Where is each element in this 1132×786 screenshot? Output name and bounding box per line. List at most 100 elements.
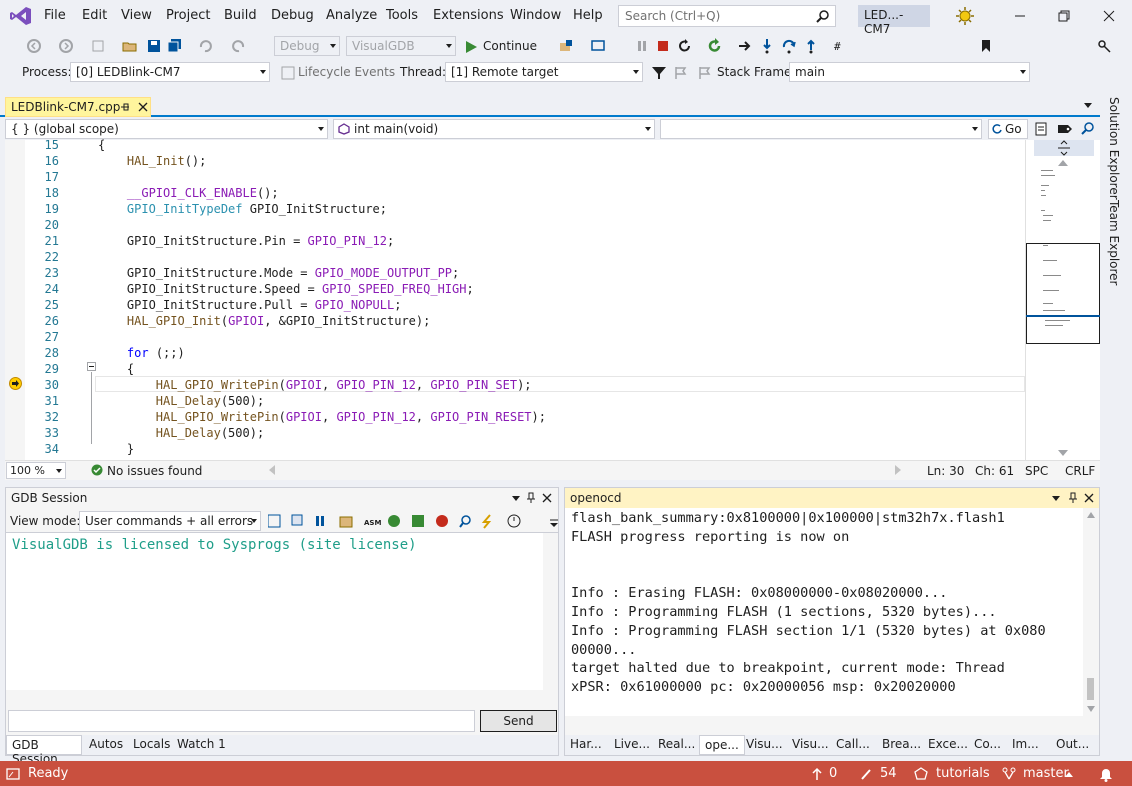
attach-process-icon[interactable] [558,38,574,54]
menu-edit[interactable]: Edit [82,8,107,23]
tab-output-1[interactable]: Live... [609,735,655,755]
tab-autos[interactable]: Autos [84,735,128,755]
menu-view[interactable]: View [121,8,152,23]
tab-output-7[interactable]: Brea... [877,735,926,755]
tab-output-6[interactable]: Call... [831,735,875,755]
pencil-icon[interactable] [860,767,872,781]
repository-name[interactable]: tutorials [936,766,990,781]
minimize-icon[interactable] [1012,8,1028,24]
code-editor[interactable]: 15 {16 HAL_Init(); 17 18 __GPIOI_CLK_ENABLE… [5,138,1100,460]
screen-icon[interactable] [590,38,606,54]
undo-icon[interactable] [197,38,213,54]
process-select[interactable]: [0] LEDBlink-CM7 [70,62,270,82]
side-tab-team-explorer[interactable]: Team Explorer [1107,200,1121,286]
menu-debug[interactable]: Debug [271,8,314,23]
tab-output-11[interactable]: Out... [1051,735,1094,755]
bookmark-icon[interactable] [978,38,994,54]
toolbar-overflow-icon[interactable] [550,518,558,528]
minimap-scroll-down-icon[interactable] [1058,450,1068,456]
menu-extensions[interactable]: Extensions [433,8,504,23]
tab-watch-1[interactable]: Watch 1 [172,735,231,755]
pending-changes-count[interactable]: 54 [880,766,897,781]
menu-analyze[interactable]: Analyze [326,8,377,23]
feedback-icon[interactable] [1096,38,1112,54]
save-icon[interactable] [146,38,162,54]
tab-output-4[interactable]: Visu... [741,735,788,755]
scroll-up-icon[interactable] [1087,512,1095,518]
scroll-down-icon[interactable] [1087,706,1095,712]
tab-output-8[interactable]: Exce... [923,735,973,755]
thread-select[interactable]: [1] Remote target [445,62,643,82]
breakpoint-margin[interactable] [5,140,25,460]
gdb-command-input[interactable] [8,710,475,732]
close-window-icon[interactable] [1101,8,1117,24]
lifecycle-events-label[interactable]: Lifecycle Events [298,65,395,79]
lifecycle-events-icon[interactable] [280,65,296,81]
show-next-statement-icon[interactable] [737,38,753,54]
break-all-icon[interactable] [634,38,650,54]
branch-icon[interactable] [1002,767,1016,781]
hex-display-icon[interactable]: # [833,38,849,54]
column-number[interactable]: Ch: 61 [975,464,1014,478]
tab-locals[interactable]: Locals [128,735,175,755]
tag-icon[interactable] [1057,121,1073,137]
stack-frame-select[interactable]: main [789,62,1030,82]
collapse-block-icon[interactable] [87,362,96,371]
branch-name[interactable]: master [1023,766,1069,781]
menu-tools[interactable]: Tools [386,8,418,23]
issues-status[interactable]: No issues found [107,464,202,478]
configuration-select[interactable]: Debug [274,36,340,56]
line-ending[interactable]: CRLF [1065,464,1095,478]
flag-thread-icon[interactable] [673,65,689,81]
repository-icon[interactable] [914,767,928,781]
go-button[interactable]: Go [988,119,1028,139]
platform-select[interactable]: VisualGDB [346,36,456,56]
gdb-scrollbar[interactable] [543,533,558,691]
step-into-icon[interactable] [759,38,775,54]
scope-select[interactable]: { } (global scope) [5,119,328,139]
side-tab-solution-explorer[interactable]: Solution Explorer [1107,97,1121,200]
save-all-icon[interactable] [167,38,183,54]
third-select[interactable] [660,119,982,139]
pin-icon[interactable] [1068,492,1078,504]
scroll-right-icon[interactable] [895,465,901,475]
view-mode-select[interactable]: User commands + all errors [79,511,261,531]
visual-studio-logo-icon[interactable] [10,6,32,26]
tab-output-9[interactable]: Co... [969,735,1006,755]
search-input[interactable]: Search (Ctrl+Q) [618,5,836,27]
minimap[interactable] [1025,140,1100,460]
map-mode-toggle[interactable] [1034,140,1094,156]
menu-build[interactable]: Build [224,8,257,23]
filter-icon[interactable] [651,65,667,81]
output-window-icon[interactable] [6,767,20,781]
scroll-thumb[interactable] [1087,678,1094,700]
arrow-up-icon[interactable] [812,767,822,781]
pin-icon[interactable] [120,102,130,112]
document-icon[interactable] [1033,121,1049,137]
navigate-back-icon[interactable] [26,38,42,54]
close-panel-icon[interactable] [542,493,552,503]
tab-output-10[interactable]: Im... [1007,735,1044,755]
live-share-icon[interactable] [955,6,975,26]
navigate-forward-icon[interactable] [58,38,74,54]
tab-list-dropdown-icon[interactable] [1082,99,1094,111]
menu-help[interactable]: Help [573,8,603,23]
panel-menu-icon[interactable] [1051,493,1061,503]
flag-all-threads-icon[interactable] [697,65,713,81]
panel-menu-icon[interactable] [511,493,521,503]
menu-file[interactable]: File [44,8,66,23]
tab-output-2[interactable]: Real... [653,735,700,755]
minimap-scroll-up-icon[interactable] [1058,160,1068,166]
tab-gdb-session[interactable]: GDB Session [6,735,82,766]
open-folder-icon[interactable] [122,38,138,54]
whitespace-mode[interactable]: SPC [1025,464,1048,478]
refresh-icon[interactable] [707,38,723,54]
stop-debugging-icon[interactable] [655,38,671,54]
step-out-icon[interactable] [803,38,819,54]
menu-project[interactable]: Project [166,8,210,23]
restore-icon[interactable] [1056,8,1072,24]
tab-output-3[interactable]: ope... [699,735,745,755]
close-panel-icon[interactable] [1084,493,1094,503]
line-number[interactable]: Ln: 30 [927,464,964,478]
menu-window[interactable]: Window [510,8,561,23]
